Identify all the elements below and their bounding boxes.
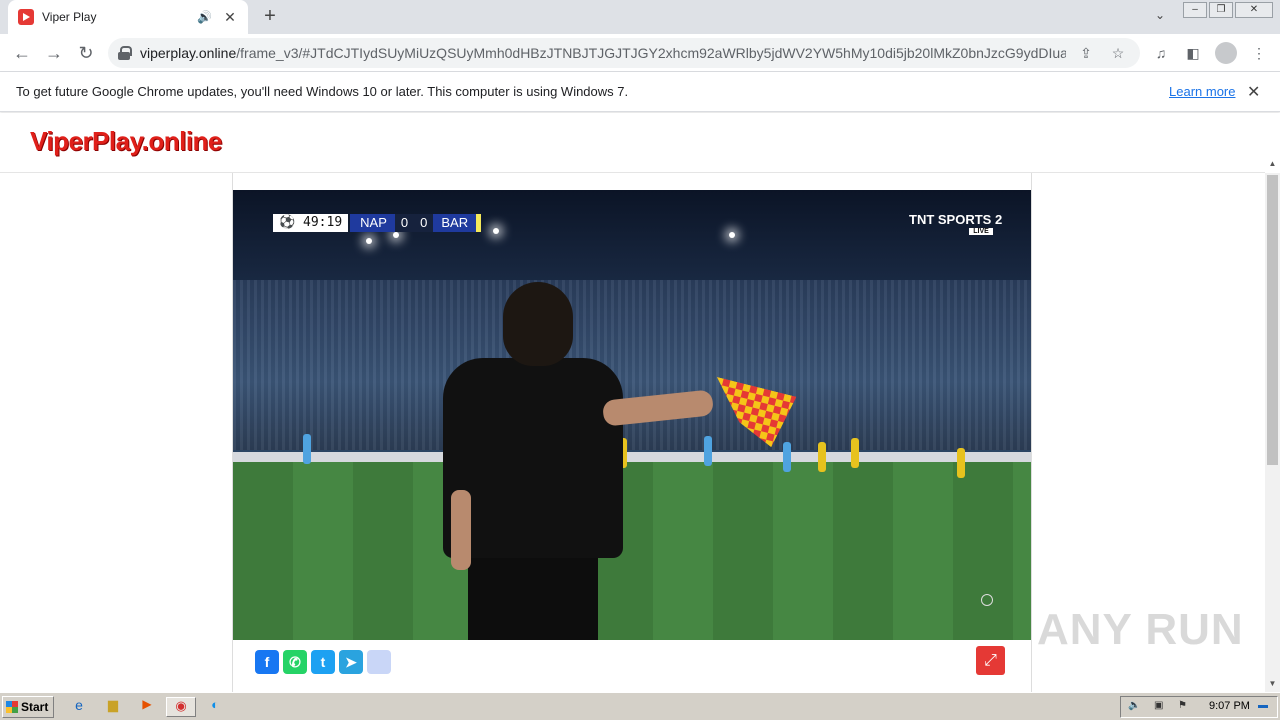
away-team: BAR [433, 214, 477, 232]
update-infobar: To get future Google Chrome updates, you… [0, 72, 1280, 112]
lock-icon[interactable] [118, 46, 132, 60]
forward-arrow-icon[interactable]: → [42, 41, 66, 65]
share-twitter-button[interactable]: t [311, 650, 335, 674]
match-clock: ⚽ 49:19 [273, 214, 349, 232]
player-figure [818, 442, 826, 472]
action-center-flag-icon[interactable]: ⚑ [1178, 700, 1192, 712]
internet-explorer-icon[interactable]: e [68, 697, 90, 717]
share-whatsapp-button[interactable]: ✆ [283, 650, 307, 674]
share-icon[interactable]: ⇪ [1074, 45, 1098, 62]
pitch [233, 462, 1031, 640]
scroll-up-arrow-icon[interactable]: ▲ [1265, 159, 1280, 173]
back-arrow-icon[interactable]: ← [10, 41, 34, 65]
start-button[interactable]: Start [2, 696, 54, 718]
show-desktop-icon[interactable]: ▬ [1258, 700, 1272, 712]
system-tray [1120, 696, 1278, 718]
learn-more-link[interactable]: Learn more [1169, 84, 1235, 99]
url-text[interactable]: viperplay.online/frame_v3/#JTdCJTIydSUyM… [140, 45, 1066, 61]
scroll-thumb[interactable] [1267, 175, 1278, 465]
watermark: ANY RUN [1037, 605, 1244, 654]
tab-title: Viper Play [42, 10, 97, 24]
expand-icon[interactable]: ⤢ [976, 646, 1005, 675]
infobar-message: To get future Google Chrome updates, you… [16, 84, 629, 99]
windows-logo-icon [6, 701, 18, 713]
close-window-button[interactable]: ✕ [1235, 2, 1273, 18]
edge-icon[interactable]: ◐ [204, 697, 226, 717]
share-facebook-button[interactable]: f [255, 650, 279, 674]
loading-ring-icon [981, 594, 993, 606]
share-buttons: f ✆ t ➤ [255, 650, 391, 674]
file-explorer-icon[interactable]: ▆ [102, 697, 124, 717]
viper-play-favicon-icon [18, 9, 34, 25]
scorebug: ⚽ 49:19 NAP 0 0 BAR [273, 214, 482, 232]
taskbar-clock[interactable]: 9:07 PM [1209, 700, 1250, 712]
player-figure [303, 434, 311, 464]
floodlight [393, 232, 399, 238]
bookmark-star-icon[interactable]: ☆ [1106, 45, 1130, 62]
volume-icon[interactable]: 🔈 [1128, 700, 1142, 712]
referee-hand [451, 490, 471, 570]
media-player-icon[interactable]: ▶ [136, 697, 158, 717]
infobar-close-icon[interactable]: ✕ [1247, 82, 1260, 102]
menu-kebab-icon[interactable]: ⋮ [1248, 42, 1270, 64]
referee-head [503, 282, 573, 366]
site-logo[interactable]: ViperPlay.online [30, 126, 222, 157]
floodlight [493, 228, 499, 234]
tab-viper-play[interactable]: Viper Play 🔊 ✕ [8, 0, 248, 34]
page-scrollbar[interactable]: ▲ ▼ [1265, 159, 1280, 692]
media-control-icon[interactable]: ♫ [1150, 42, 1172, 64]
advertising-board [233, 452, 1031, 462]
address-bar[interactable]: viperplay.online/frame_v3/#JTdCJTIydSUyM… [108, 38, 1140, 68]
floodlight [366, 238, 372, 244]
away-score: 0 [414, 214, 434, 232]
minimize-button[interactable]: – [1183, 2, 1207, 18]
scroll-down-arrow-icon[interactable]: ▼ [1265, 679, 1280, 692]
home-score: 0 [394, 214, 415, 232]
stadium-stands [233, 280, 1031, 450]
player-figure [957, 448, 965, 478]
restore-button[interactable]: ❐ [1209, 2, 1233, 18]
share-telegram-button[interactable]: ➤ [339, 650, 363, 674]
new-tab-button[interactable]: + [258, 4, 282, 28]
team-color-strip [476, 214, 482, 232]
player-figure [783, 442, 791, 472]
broadcaster-logo: TNT SPORTS 2 LIVE [909, 212, 1003, 235]
reload-icon[interactable]: ↻ [74, 41, 98, 65]
browser-toolbar: ← → ↻ viperplay.online/frame_v3/#JTdCJTI… [0, 34, 1280, 72]
player-figure [851, 438, 859, 468]
video-player[interactable]: ⚽ 49:19 NAP 0 0 BAR TNT SPORTS 2 LIVE [233, 190, 1031, 640]
tab-search-chevron-icon[interactable]: ⌄ [1150, 8, 1170, 28]
tab-strip: Viper Play 🔊 ✕ + ⌄ – ❐ ✕ [0, 0, 1280, 34]
home-team: NAP [350, 214, 395, 232]
live-badge: LIVE [969, 228, 993, 235]
player-figure [704, 436, 712, 466]
floodlight [729, 232, 735, 238]
share-share-button[interactable] [367, 650, 391, 674]
profile-avatar-icon[interactable] [1215, 42, 1237, 64]
tab-close-button[interactable]: ✕ [222, 9, 238, 26]
side-panel-icon[interactable]: ◧ [1182, 42, 1204, 64]
speaker-icon[interactable]: 🔊 [197, 10, 212, 24]
chrome-icon[interactable]: ◉ [166, 697, 196, 717]
site-header: ViperPlay.online [0, 113, 1265, 173]
network-icon[interactable]: ▣ [1154, 700, 1168, 712]
windows-taskbar: Start e ▆ ▶ ◉ ◐ 🔈 ▣ ⚑ 9:07 PM ▬ [0, 692, 1280, 720]
